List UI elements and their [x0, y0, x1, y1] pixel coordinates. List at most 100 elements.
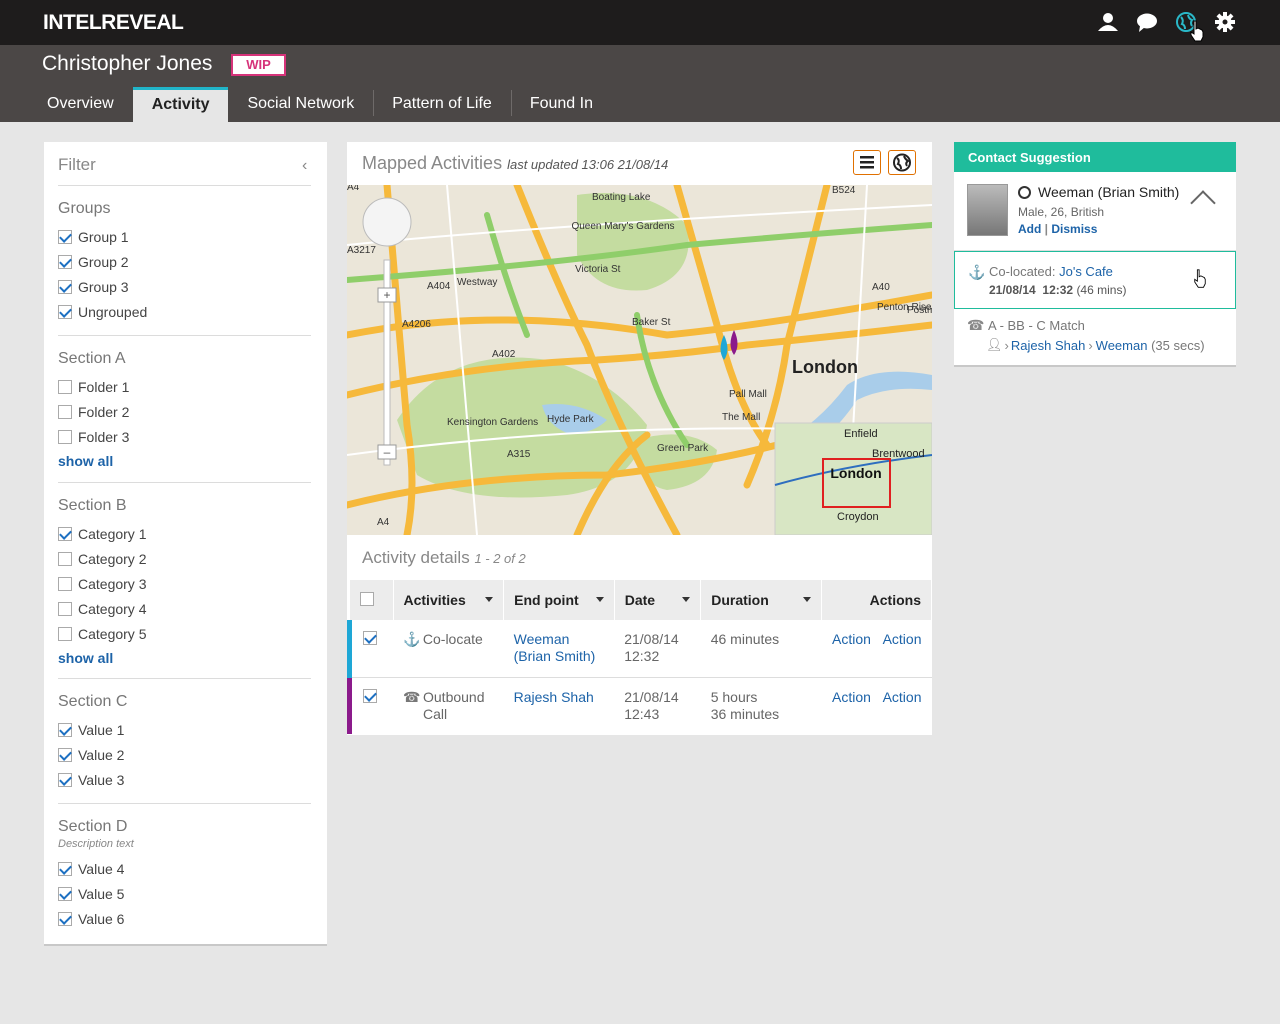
checkbox[interactable]: [58, 626, 72, 641]
map-label: Boating Lake: [592, 192, 651, 203]
contact-name[interactable]: Weeman (Brian Smith): [1038, 184, 1179, 200]
checkbox[interactable]: [58, 279, 72, 294]
checkbox[interactable]: [58, 747, 72, 762]
checkbox[interactable]: [58, 404, 72, 419]
checkbox[interactable]: [58, 861, 72, 876]
checkbox[interactable]: [58, 601, 72, 616]
match-to-link[interactable]: Weeman: [1096, 338, 1148, 353]
tab-social-network[interactable]: Social Network: [228, 87, 373, 122]
checkbox[interactable]: [58, 526, 72, 541]
checkbox-value-4[interactable]: Value 4: [58, 856, 311, 881]
match-from-link[interactable]: Rajesh Shah: [1011, 338, 1085, 353]
checkbox-category-3[interactable]: Category 3: [58, 571, 311, 596]
show-all-link[interactable]: show all: [58, 650, 311, 666]
filter-section-a: Section A Folder 1 Folder 2 Folder 3 sho…: [58, 335, 311, 469]
map-pan-control[interactable]: [362, 197, 412, 247]
select-all-checkbox[interactable]: [359, 591, 374, 606]
checkbox-group-2[interactable]: Group 2: [58, 249, 311, 274]
checkbox-value-5[interactable]: Value 5: [58, 881, 311, 906]
tab-activity[interactable]: Activity: [132, 87, 229, 122]
action-link[interactable]: Action: [832, 689, 871, 705]
row-checkbox[interactable]: [363, 688, 377, 703]
checkbox[interactable]: [58, 229, 72, 244]
checkbox-value-3[interactable]: Value 3: [58, 767, 311, 792]
app-logo[interactable]: INTELREVEAL: [43, 11, 184, 35]
end-point-link[interactable]: Weeman (Brian Smith): [514, 631, 596, 664]
section-title: Groups: [58, 200, 111, 217]
tab-overview[interactable]: Overview: [28, 87, 133, 122]
checkbox[interactable]: [58, 911, 72, 926]
sort-caret-icon[interactable]: [803, 597, 812, 602]
map-view-globe-button[interactable]: [888, 150, 916, 175]
match-label: A - BB - C Match: [988, 318, 1085, 333]
checkbox[interactable]: [58, 254, 72, 269]
checkbox[interactable]: [58, 722, 72, 737]
action-link[interactable]: Action: [883, 631, 922, 647]
column-date[interactable]: Date: [614, 580, 702, 620]
checkbox-category-1[interactable]: Category 1: [58, 521, 311, 546]
place-link[interactable]: Jo's Cafe: [1059, 264, 1113, 279]
table-row: ☎ Outbound Call Rajesh Shah 21/08/14 12:43 …: [347, 677, 932, 734]
map-label: A315: [507, 449, 531, 460]
checkbox-group-3[interactable]: Group 3: [58, 274, 311, 299]
map-view[interactable]: A4 A3217 Queen Mary's Gardens Boating La…: [347, 185, 932, 535]
column-end-point[interactable]: End point: [503, 580, 615, 620]
checkbox-ungrouped[interactable]: Ungrouped: [58, 299, 311, 324]
dismiss-contact-link[interactable]: Dismiss: [1051, 222, 1097, 236]
checkbox-folder-3[interactable]: Folder 3: [58, 424, 311, 449]
map-header: Mapped Activities last updated 13:06 21/…: [362, 153, 669, 173]
action-link[interactable]: Action: [832, 631, 871, 647]
map-label: Westway: [457, 277, 497, 288]
status-badge: WIP: [231, 54, 286, 76]
avatar[interactable]: [967, 184, 1008, 236]
show-all-link[interactable]: show all: [58, 453, 311, 469]
settings-gear-icon[interactable]: [1214, 11, 1236, 33]
checkbox-category-5[interactable]: Category 5: [58, 621, 311, 646]
filter-section-d: Section D Description text Value 4 Value…: [58, 803, 311, 931]
filter-panel: Filter ‹ Groups Group 1 Group 2 Group 3 …: [44, 142, 327, 944]
checkbox[interactable]: [58, 576, 72, 591]
checkbox-folder-1[interactable]: Folder 1: [58, 374, 311, 399]
sort-caret-icon[interactable]: [595, 597, 604, 602]
add-contact-link[interactable]: Add: [1018, 222, 1041, 236]
colocate-icon: ⚓: [403, 631, 421, 647]
tab-pattern-of-life[interactable]: Pattern of Life: [373, 87, 511, 122]
collapse-chevron-up-icon[interactable]: [1190, 190, 1216, 216]
actions-cell: Action Action: [822, 620, 932, 677]
checkbox[interactable]: [58, 551, 72, 566]
column-activities[interactable]: Activities: [393, 580, 505, 620]
map-canvas[interactable]: A4 A3217 Queen Mary's Gardens Boating La…: [347, 185, 932, 535]
checkbox[interactable]: [58, 772, 72, 787]
checkbox-category-2[interactable]: Category 2: [58, 546, 311, 571]
tab-found-in[interactable]: Found In: [510, 87, 612, 122]
filter-section-c: Section C Value 1 Value 2 Value 3: [58, 678, 311, 792]
checkbox[interactable]: [58, 886, 72, 901]
action-link[interactable]: Action: [883, 689, 922, 705]
row-checkbox[interactable]: [363, 631, 377, 645]
chat-icon[interactable]: [1136, 11, 1158, 33]
checkbox[interactable]: [58, 429, 72, 444]
colocated-item[interactable]: ⚓ Co-located: Jo's Cafe 21/08/14 12:32 (…: [954, 251, 1236, 309]
collapse-chevron-icon[interactable]: ‹: [302, 157, 307, 175]
result-count: 1 - 2 of 2: [474, 551, 526, 566]
checkbox-category-4[interactable]: Category 4: [58, 596, 311, 621]
list-view-button[interactable]: [853, 150, 881, 175]
user-icon[interactable]: [1097, 11, 1119, 33]
checkbox-folder-2[interactable]: Folder 2: [58, 399, 311, 424]
select-all-header: [349, 580, 394, 620]
checkbox-value-2[interactable]: Value 2: [58, 742, 311, 767]
checkbox-value-6[interactable]: Value 6: [58, 906, 311, 931]
match-path: 👤︎ › Rajesh Shah › Weeman (35 secs): [986, 337, 1205, 353]
column-duration[interactable]: Duration: [700, 580, 823, 620]
checkbox[interactable]: [58, 304, 72, 319]
match-item[interactable]: ☎ A - BB - C Match 👤︎ › Rajesh Shah › We…: [954, 309, 1236, 364]
sort-caret-icon[interactable]: [682, 597, 691, 602]
checkbox-group-1[interactable]: Group 1: [58, 224, 311, 249]
checkbox[interactable]: [58, 379, 72, 394]
minimap[interactable]: London Enfield Brentwood Croydon: [774, 422, 932, 535]
phone-icon: ☎: [967, 317, 985, 333]
tab-bar: Overview Activity Social Network Pattern…: [28, 87, 612, 122]
checkbox-value-1[interactable]: Value 1: [58, 717, 311, 742]
end-point-link[interactable]: Rajesh Shah: [514, 689, 594, 705]
sort-caret-icon[interactable]: [485, 597, 494, 602]
